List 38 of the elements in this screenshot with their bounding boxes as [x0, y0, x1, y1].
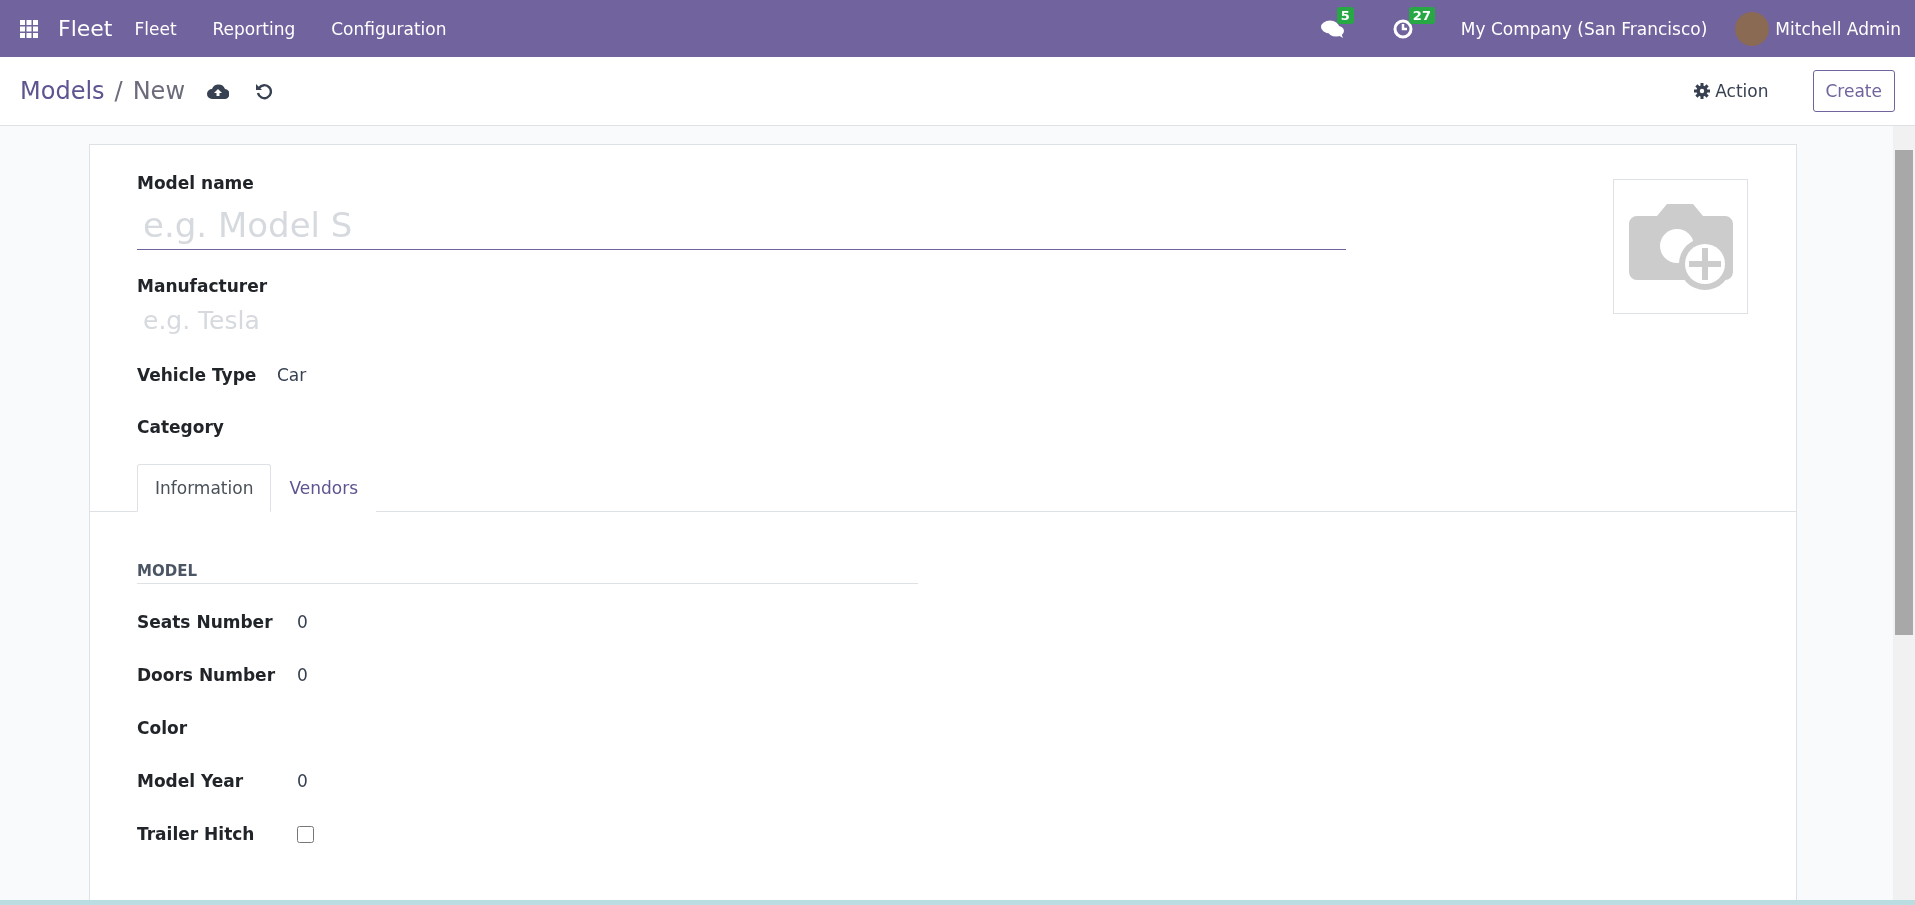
field-label: Doors Number — [137, 665, 277, 685]
breadcrumb-current: New — [132, 77, 185, 105]
field-label: Model Year — [137, 771, 245, 791]
field-value[interactable]: 0 — [297, 665, 308, 685]
message-count-badge: 5 — [1336, 6, 1354, 24]
company-switcher[interactable]: My Company (San Francisco) — [1460, 18, 1708, 39]
section-title: MODEL — [137, 562, 918, 584]
camera-plus-icon — [1628, 201, 1733, 292]
menu-item[interactable]: Fleet — [134, 18, 177, 39]
field-value[interactable]: 0 — [297, 612, 308, 632]
scrollbar-thumb[interactable] — [1895, 150, 1913, 635]
field-label: Trailer Hitch — [137, 824, 256, 844]
field-value[interactable]: 0 — [297, 771, 308, 791]
field-label: Seats Number — [137, 612, 274, 632]
checkbox[interactable] — [297, 825, 314, 843]
field-value[interactable]: Car — [277, 365, 307, 385]
breadcrumb-link[interactable]: Models — [20, 77, 105, 105]
menu-item[interactable]: Reporting — [212, 18, 296, 39]
field-label: Model name — [137, 173, 255, 193]
chat-icon[interactable] — [1320, 18, 1345, 39]
field-label: Category — [137, 417, 225, 437]
gear-icon — [1694, 83, 1711, 99]
activity-count-badge: 27 — [1408, 6, 1435, 24]
app-name[interactable]: Fleet — [58, 16, 113, 41]
clock-icon[interactable] — [1392, 18, 1413, 39]
scrollbar[interactable] — [1893, 126, 1915, 900]
breadcrumb-separator: / — [114, 77, 123, 105]
tab[interactable]: Information — [137, 464, 272, 512]
cloud-upload-icon — [207, 83, 229, 99]
user-menu[interactable]: Mitchell Admin — [1775, 18, 1901, 39]
field-label: Vehicle Type — [137, 365, 258, 385]
apps-menu-icon[interactable] — [20, 19, 38, 38]
undo-icon — [255, 82, 273, 100]
field-label: Color — [137, 718, 189, 738]
field-label: Manufacturer — [137, 276, 269, 296]
create-button[interactable]: Create — [1812, 70, 1895, 112]
action-button[interactable]: Action — [1688, 80, 1775, 102]
menu-item[interactable]: Configuration — [331, 18, 447, 39]
